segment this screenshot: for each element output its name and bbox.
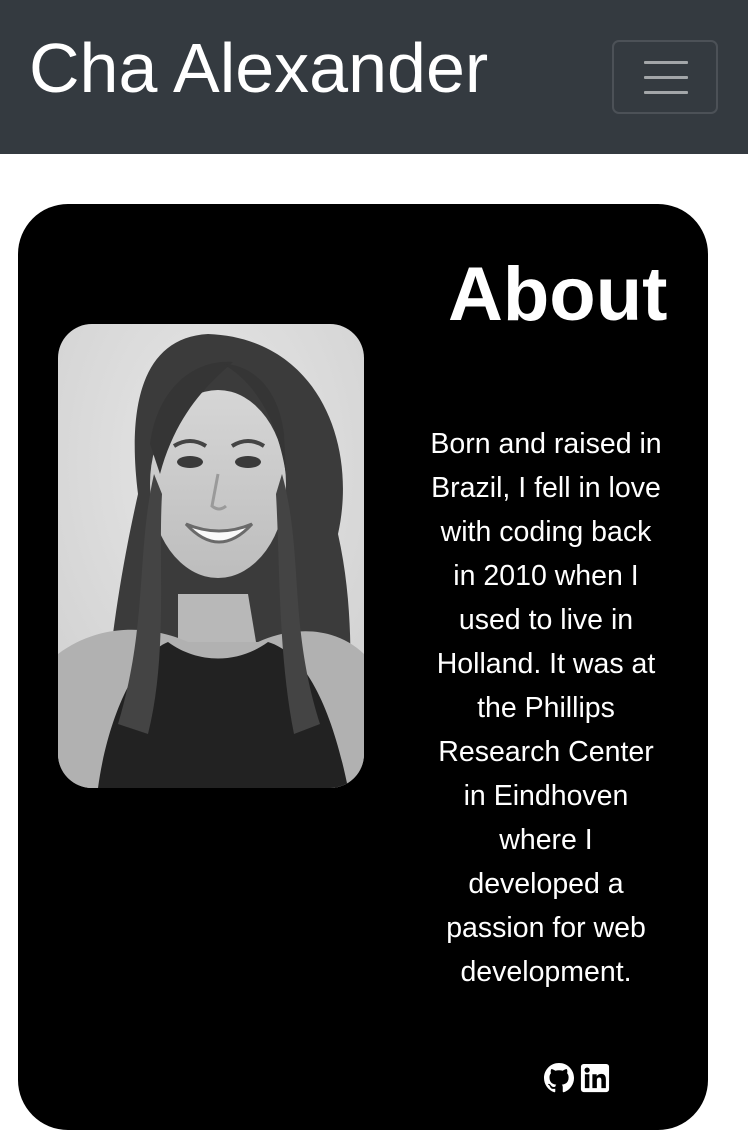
github-link[interactable] — [544, 1063, 574, 1093]
linkedin-link[interactable] — [580, 1063, 610, 1093]
navbar-toggler-button[interactable] — [612, 40, 718, 114]
about-bio: Born and raised in Brazil, I fell in lov… — [430, 428, 662, 988]
github-icon — [544, 1063, 574, 1093]
profile-photo — [58, 324, 364, 788]
social-links — [544, 1062, 610, 1094]
navbar: Cha Alexander — [0, 0, 748, 154]
about-title: About — [448, 252, 668, 337]
hamburger-menu-icon — [644, 61, 688, 95]
linkedin-icon — [580, 1063, 610, 1093]
brand-link[interactable]: Cha Alexander — [29, 26, 488, 110]
about-section: About Born and raised in Brazil, I fell … — [18, 204, 708, 1130]
